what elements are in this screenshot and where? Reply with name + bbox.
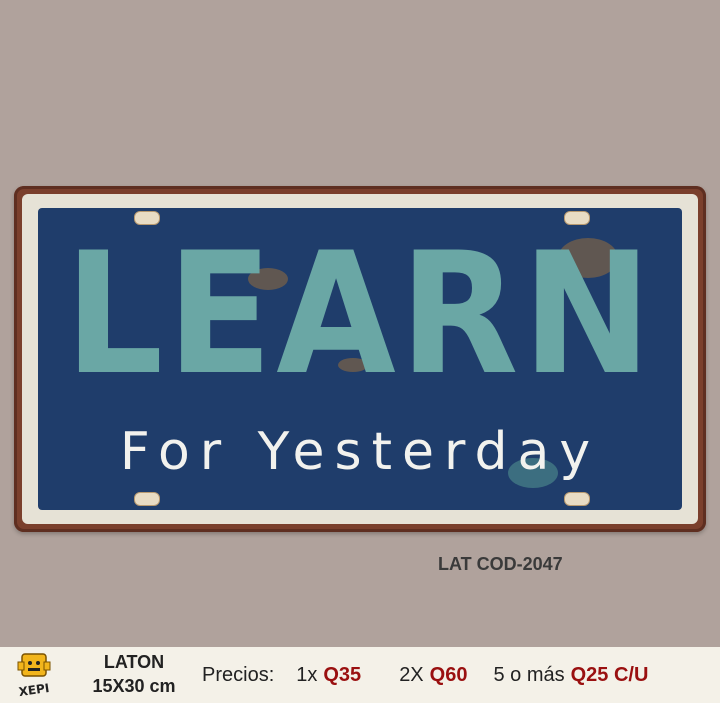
material-name: LATON	[103, 652, 165, 672]
logo-text: XEPI	[18, 681, 50, 699]
tier3-qty: 5 o más	[493, 664, 565, 686]
mount-hole	[564, 492, 590, 506]
product-code: LAT COD-2047	[438, 554, 563, 574]
sign-size: 15X30 cm	[92, 676, 176, 696]
tier1-qty: 1x	[296, 664, 318, 686]
plate-face: LEARN For Yesterday	[38, 208, 682, 510]
tier2-qty: 2X	[399, 664, 424, 686]
prices-label: Precios:	[202, 664, 275, 686]
tier3-price: Q25 C/U	[570, 664, 649, 686]
xepi-logo: XEPI	[17, 653, 51, 699]
sign-headline: LEARN	[64, 216, 656, 412]
price-list: Precios: 1x Q35 2X Q60 5 o más Q25 C/U	[202, 664, 648, 687]
mount-hole	[134, 211, 160, 225]
material-info: LATON 15X30 cm	[82, 650, 186, 698]
tier1-price: Q35	[323, 664, 362, 686]
mount-hole	[134, 492, 160, 506]
license-plate-sign: LEARN For Yesterday	[14, 186, 706, 532]
mount-hole	[564, 211, 590, 225]
tier2-price: Q60	[429, 664, 468, 686]
sign-subline: For Yesterday	[119, 422, 601, 482]
plate-frame: LEARN For Yesterday	[22, 194, 698, 524]
